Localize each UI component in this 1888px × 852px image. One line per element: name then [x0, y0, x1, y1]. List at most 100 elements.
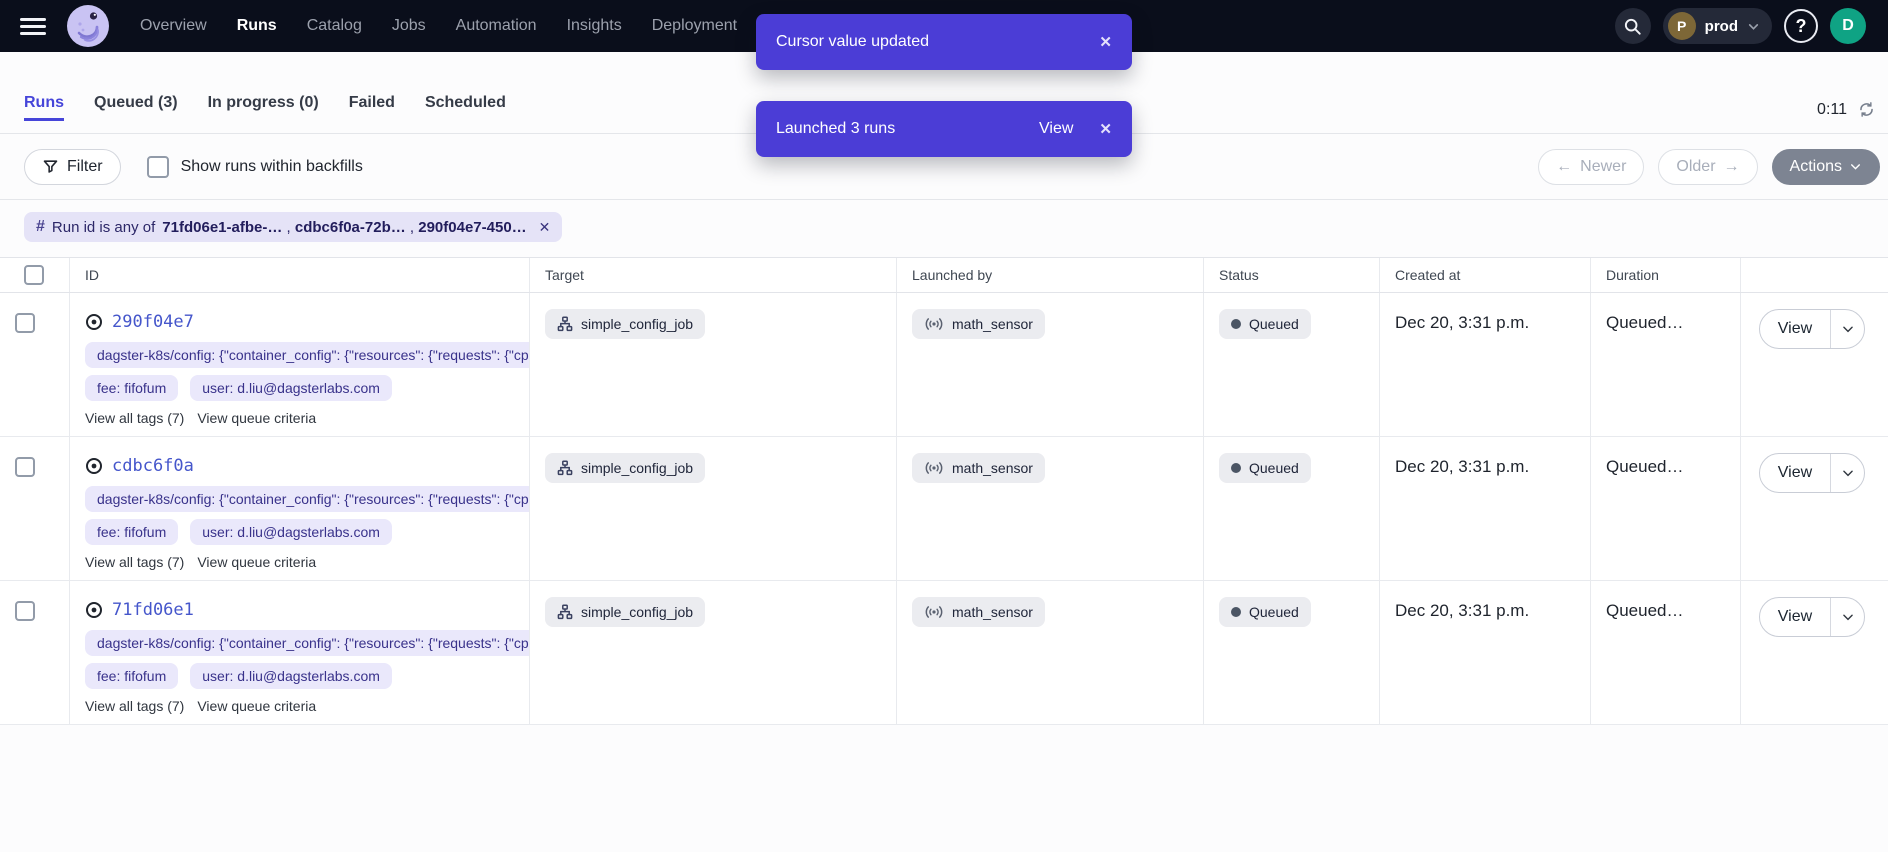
- tab-failed[interactable]: Failed: [349, 94, 395, 121]
- workspace-name: prod: [1705, 18, 1738, 35]
- older-label: Older: [1676, 158, 1715, 176]
- tab-scheduled[interactable]: Scheduled: [425, 94, 506, 121]
- table-header: ID Target Launched by Status Created at …: [0, 257, 1888, 293]
- actions-button[interactable]: Actions: [1772, 149, 1880, 185]
- view-queue-criteria-link[interactable]: View queue criteria: [197, 698, 316, 714]
- tab-runs[interactable]: Runs: [24, 94, 64, 121]
- tag-dagster-k8s-config[interactable]: dagster-k8s/config: {"container_config":…: [85, 486, 529, 512]
- run-id-link[interactable]: 290f04e7: [112, 312, 194, 332]
- chevron-down-icon: [1841, 610, 1855, 624]
- created-at-value: Dec 20, 3:31 p.m.: [1395, 457, 1529, 476]
- tag-user[interactable]: user: d.liu@dagsterlabs.com: [190, 519, 392, 545]
- run-status-icon: [85, 601, 103, 619]
- view-split-button[interactable]: View: [1759, 309, 1865, 349]
- newer-button[interactable]: ← Newer: [1538, 149, 1644, 185]
- newer-label: Newer: [1580, 158, 1626, 176]
- toast-close-icon[interactable]: ✕: [1099, 120, 1112, 138]
- tag-fee[interactable]: fee: fifofum: [85, 663, 178, 689]
- tag-user[interactable]: user: d.liu@dagsterlabs.com: [190, 663, 392, 689]
- dagster-logo[interactable]: [66, 4, 110, 48]
- chip-close-icon[interactable]: ✕: [539, 219, 551, 236]
- nav-item-insights[interactable]: Insights: [567, 17, 622, 35]
- view-split-button[interactable]: View: [1759, 453, 1865, 493]
- tag-fee[interactable]: fee: fifofum: [85, 375, 178, 401]
- run-id-filter-chip[interactable]: # Run id is any of 71fd06e1-afbe-… , cdb…: [24, 212, 562, 242]
- search-icon: [1623, 17, 1642, 36]
- nav-item-catalog[interactable]: Catalog: [307, 17, 362, 35]
- launched-by-label: math_sensor: [952, 604, 1033, 620]
- view-queue-criteria-link[interactable]: View queue criteria: [197, 410, 316, 426]
- tag-dagster-k8s-config[interactable]: dagster-k8s/config: {"container_config":…: [85, 630, 529, 656]
- target-pill[interactable]: simple_config_job: [545, 453, 705, 483]
- view-split-button[interactable]: View: [1759, 597, 1865, 637]
- launched-by-pill[interactable]: math_sensor: [912, 597, 1045, 627]
- tab-queued-3[interactable]: Queued (3): [94, 94, 178, 121]
- select-all-checkbox[interactable]: [24, 265, 44, 285]
- target-label: simple_config_job: [581, 316, 693, 332]
- show-backfills-checkbox[interactable]: [147, 156, 169, 178]
- view-all-tags-link[interactable]: View all tags (7): [85, 554, 184, 570]
- hamburger-menu-icon[interactable]: [20, 18, 50, 35]
- view-button-label[interactable]: View: [1760, 454, 1830, 492]
- job-icon: [557, 460, 573, 476]
- view-dropdown-toggle[interactable]: [1831, 310, 1864, 348]
- status-badge[interactable]: Queued: [1219, 309, 1311, 339]
- runs-table: ID Target Launched by Status Created at …: [0, 257, 1888, 725]
- launched-by-label: math_sensor: [952, 460, 1033, 476]
- nav-item-overview[interactable]: Overview: [140, 17, 207, 35]
- nav-item-automation[interactable]: Automation: [456, 17, 537, 35]
- nav-item-jobs[interactable]: Jobs: [392, 17, 426, 35]
- refresh-timer: 0:11: [1817, 101, 1847, 119]
- tag-fee[interactable]: fee: fifofum: [85, 519, 178, 545]
- status-badge[interactable]: Queued: [1219, 597, 1311, 627]
- actions-label: Actions: [1790, 158, 1842, 176]
- nav-item-runs[interactable]: Runs: [237, 17, 277, 35]
- tag-dagster-k8s-config[interactable]: dagster-k8s/config: {"container_config":…: [85, 342, 529, 368]
- workspace-switcher[interactable]: P prod: [1663, 8, 1772, 44]
- chevron-down-icon: [1841, 322, 1855, 336]
- show-backfills-label: Show runs within backfills: [181, 158, 363, 176]
- sensor-icon: [924, 605, 944, 619]
- view-queue-criteria-link[interactable]: View queue criteria: [197, 554, 316, 570]
- older-button[interactable]: Older →: [1658, 149, 1757, 185]
- duration-value: Queued…: [1606, 313, 1684, 332]
- view-all-tags-link[interactable]: View all tags (7): [85, 410, 184, 426]
- job-icon: [557, 604, 573, 620]
- row-checkbox[interactable]: [15, 601, 35, 621]
- column-header-id: ID: [69, 258, 529, 292]
- view-button-label[interactable]: View: [1760, 598, 1830, 636]
- launched-by-pill[interactable]: math_sensor: [912, 309, 1045, 339]
- row-checkbox[interactable]: [15, 457, 35, 477]
- tab-in-progress-0[interactable]: In progress (0): [208, 94, 319, 121]
- column-header-actions: [1740, 258, 1888, 292]
- status-label: Queued: [1249, 460, 1299, 476]
- nav-item-deployment[interactable]: Deployment: [652, 17, 737, 35]
- target-pill[interactable]: simple_config_job: [545, 309, 705, 339]
- refresh-icon[interactable]: [1857, 100, 1876, 119]
- target-label: simple_config_job: [581, 604, 693, 620]
- status-label: Queued: [1249, 604, 1299, 620]
- run-status-icon: [85, 313, 103, 331]
- user-avatar[interactable]: D: [1830, 8, 1866, 44]
- toast-view-link[interactable]: View: [1039, 120, 1073, 138]
- help-button[interactable]: ?: [1784, 9, 1818, 43]
- view-dropdown-toggle[interactable]: [1831, 598, 1864, 636]
- sensor-icon: [924, 461, 944, 475]
- table-body: 290f04e7 dagster-k8s/config: {"container…: [0, 293, 1888, 725]
- run-id-link[interactable]: cdbc6f0a: [112, 456, 194, 476]
- funnel-icon: [42, 158, 59, 175]
- view-dropdown-toggle[interactable]: [1831, 454, 1864, 492]
- view-all-tags-link[interactable]: View all tags (7): [85, 698, 184, 714]
- filter-button[interactable]: Filter: [24, 149, 121, 185]
- column-header-duration: Duration: [1590, 258, 1740, 292]
- search-button[interactable]: [1615, 8, 1651, 44]
- status-badge[interactable]: Queued: [1219, 453, 1311, 483]
- view-button-label[interactable]: View: [1760, 310, 1830, 348]
- toast-close-icon[interactable]: ✕: [1099, 33, 1112, 51]
- target-pill[interactable]: simple_config_job: [545, 597, 705, 627]
- tag-user[interactable]: user: d.liu@dagsterlabs.com: [190, 375, 392, 401]
- row-checkbox[interactable]: [15, 313, 35, 333]
- table-row: cdbc6f0a dagster-k8s/config: {"container…: [0, 437, 1888, 581]
- launched-by-pill[interactable]: math_sensor: [912, 453, 1045, 483]
- run-id-link[interactable]: 71fd06e1: [112, 600, 194, 620]
